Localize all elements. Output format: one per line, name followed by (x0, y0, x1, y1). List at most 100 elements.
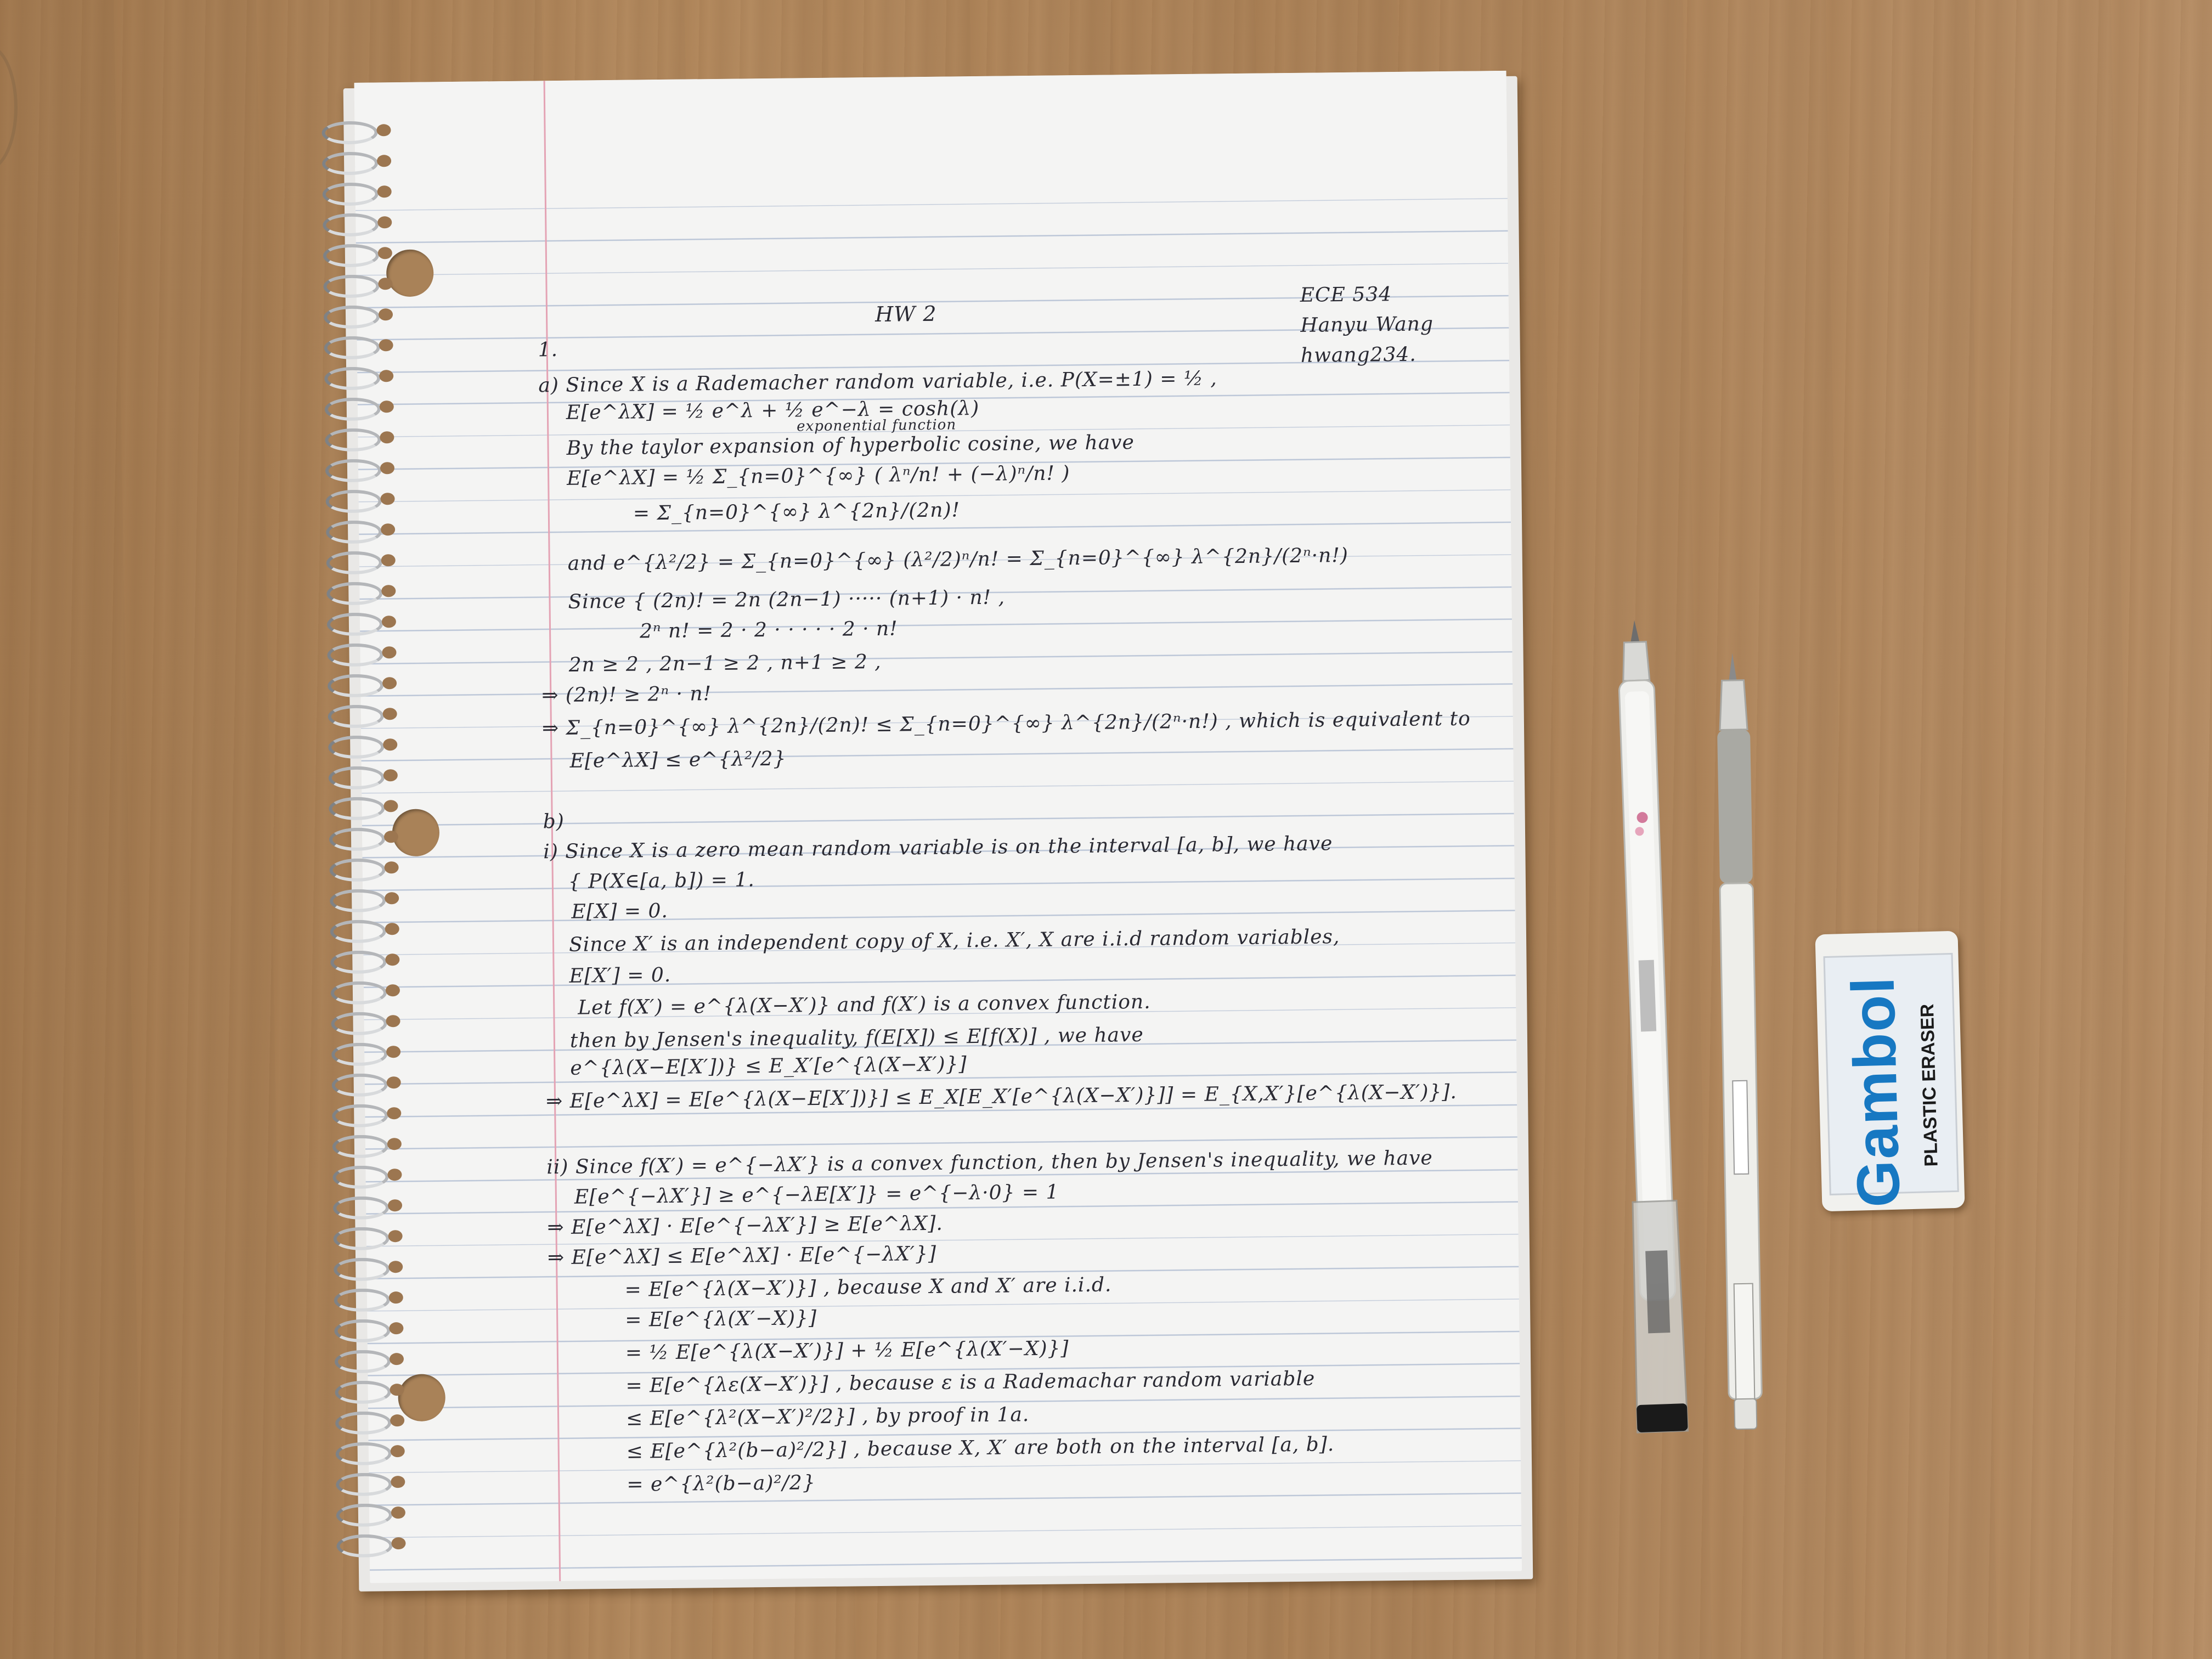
binding-hole (389, 1353, 404, 1365)
spiral-coil (332, 1135, 389, 1159)
spiral-coil (326, 582, 383, 606)
part-bii-line: = e^{λ²(b−a)²/2} (627, 1471, 816, 1496)
binding-hole (383, 800, 398, 812)
course-label: ECE 534 (1300, 283, 1392, 307)
binding-hole (391, 1506, 406, 1519)
binding-hole (376, 155, 392, 167)
spiral-coil (328, 735, 385, 759)
part-a-line: 2n ≥ 2 , 2n−1 ≥ 2 , n+1 ≥ 2 , (568, 650, 882, 676)
binding-hole (377, 247, 392, 259)
part-bii-line: E[e^{−λX′}] ≥ e^{−λE[X′]} = e^{−λ·0} = 1 (574, 1181, 1059, 1209)
spiral-coil (322, 182, 379, 206)
spiral-coil (335, 1442, 392, 1466)
spiral-coil (330, 950, 387, 974)
spiral-coil (324, 366, 381, 391)
part-bii-line: ii) Since f(X′) = e^{−λX′} is a convex f… (546, 1147, 1433, 1179)
spiral-coil (323, 274, 380, 298)
spiral-coil (330, 919, 387, 944)
part-bii-line: ≤ E[e^{λ²(b−a)²/2}] , because X, X′ are … (626, 1433, 1335, 1463)
binding-hole (391, 1476, 405, 1488)
binding-hole (388, 1261, 403, 1273)
spiral-coil (326, 612, 383, 636)
spiral-coil (323, 244, 380, 268)
binding-hole (388, 1291, 403, 1304)
binding-hole (381, 554, 396, 567)
binding-hole (389, 1322, 404, 1335)
binding-hole (376, 124, 391, 137)
spiral-coil (336, 1534, 393, 1558)
spiral-coil (323, 213, 379, 237)
binding-hole (379, 400, 394, 413)
part-a-line: E[e^λX] ≤ e^{λ²/2} (569, 747, 787, 772)
spiral-notebook: HW 2 ECE 534 Hanyu Wang hwang234. 1. a) … (316, 70, 1539, 1598)
spiral-coil (335, 1411, 392, 1435)
part-bii-line: = ½ E[e^{λ(X−X′)}] + ½ E[e^{λ(X′−X)}] (625, 1337, 1069, 1364)
spiral-coil (327, 643, 383, 667)
eraser: Gambol PLASTIC ERASER (1815, 930, 1965, 1212)
binding-hole (377, 216, 392, 229)
binding-hole (380, 462, 395, 475)
spiral-coil (334, 1350, 391, 1374)
spiral-coil (324, 397, 381, 421)
spiral-coil (335, 1380, 391, 1404)
binding-hole (381, 523, 396, 536)
binding-hole (385, 892, 399, 905)
author-name: Hanyu Wang (1300, 313, 1434, 337)
part-a-line: Since { (2n)! = 2n (2n−1) ····· (n+1) · … (568, 586, 1006, 613)
spiral-coil (334, 1257, 390, 1282)
binding-hole (378, 308, 393, 321)
part-bi-line: E[X′] = 0. (569, 963, 672, 988)
spiral-coil (325, 459, 382, 483)
desk-object-edge (0, 44, 18, 171)
part-a-line: = Σ_{n=0}^{∞} λ^{2n}/(2n)! (633, 499, 961, 525)
spiral-coil (332, 1104, 388, 1128)
gel-pen (1618, 620, 1689, 1434)
spiral-coil (329, 797, 385, 821)
part-b-label: b) (543, 810, 565, 833)
part-a-line: 2ⁿ n! = 2 · 2 · · · · · 2 · n! (639, 617, 898, 643)
binding-hole (387, 1199, 403, 1212)
spiral-coil (334, 1319, 391, 1343)
binding-hole (383, 738, 398, 751)
binding-hole (379, 339, 393, 352)
binding-hole (387, 1107, 402, 1120)
binding-hole (383, 831, 399, 843)
spiral-coil (326, 551, 382, 575)
spiral-coil (327, 674, 384, 698)
part-bii-line: ⇒ E[e^λX] ≤ E[e^λX] · E[e^{−λX′}] (547, 1242, 937, 1269)
binding-hole (379, 370, 394, 382)
spiral-coil (333, 1227, 390, 1251)
part-a-line: ⇒ (2n)! ≥ 2ⁿ · n! (541, 682, 712, 707)
eraser-brand: Gambol (1839, 975, 1913, 1209)
binding-hole (387, 1138, 402, 1150)
part-bii-line: ⇒ E[e^λX] · E[e^{−λX′}] ≥ E[e^λX]. (547, 1212, 944, 1239)
spiral-coil (325, 520, 382, 544)
part-a-line: a) Since X is a Rademacher random variab… (538, 367, 1217, 397)
spiral-coil (328, 704, 384, 729)
binding-hole (382, 677, 397, 690)
author-netid: hwang234. (1300, 343, 1417, 367)
part-bi-line: E[X] = 0. (571, 899, 669, 923)
binding-hole (383, 769, 398, 782)
notebook-page: HW 2 ECE 534 Hanyu Wang hwang234. 1. a) … (354, 70, 1522, 1583)
part-a-line: E[e^λX] = ½ Σ_{n=0}^{∞} ( λⁿ/n! + (−λ)ⁿ/… (566, 462, 1070, 490)
binding-hole (386, 1076, 401, 1089)
spiral-coil (325, 489, 382, 514)
spiral-coil (321, 151, 379, 176)
spiral-coil (332, 1196, 390, 1220)
part-a-line: ⇒ Σ_{n=0}^{∞} λ^{2n}/(2n)! ≤ Σ_{n=0}^{∞}… (541, 707, 1471, 740)
spiral-coil (329, 827, 386, 851)
part-bii-line: = E[e^{λε(X−X′)}] , because ε is a Radem… (625, 1367, 1316, 1397)
spiral-coil (336, 1472, 392, 1497)
spiral-coil (328, 766, 385, 790)
binding-hole (385, 953, 400, 966)
binding-hole (380, 493, 395, 505)
part-bi-line: then by Jensen's inequality, f(E[X]) ≤ E… (569, 1023, 1144, 1052)
part-bi-line: Since X′ is an independent copy of X, i.… (568, 926, 1340, 956)
binding-hole (381, 616, 397, 628)
part-bi-line: i) Since X is a zero mean random variabl… (543, 832, 1333, 864)
part-bi-line: Let f(X′) = e^{λ(X−X′)} and f(X′) is a c… (578, 990, 1151, 1019)
spiral-binding (316, 121, 408, 1581)
binding-hole (384, 861, 399, 874)
part-bi-line: e^{λ(X−E[X′])} ≤ E_X′[e^{λ(X−X′)}] (570, 1053, 967, 1080)
